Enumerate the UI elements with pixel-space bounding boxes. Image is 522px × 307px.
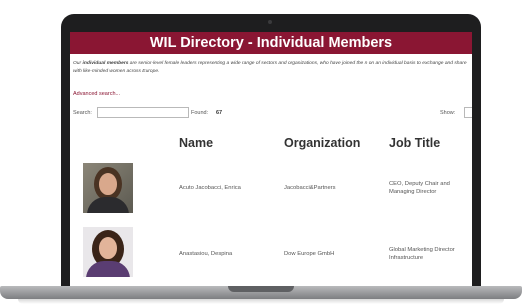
member-organization: Jacobacci&Partners xyxy=(284,185,336,191)
laptop-shadow xyxy=(18,299,504,304)
column-header-job-title[interactable]: Job Title xyxy=(389,136,440,150)
found-count: 67 xyxy=(216,110,223,116)
search-label: Search: xyxy=(73,110,92,116)
page-title: WIL Directory - Individual Members xyxy=(70,32,472,54)
intro-text: Our individual members are senior-level … xyxy=(73,60,469,76)
search-input[interactable] xyxy=(97,107,189,118)
found-label: Found: xyxy=(191,110,209,116)
member-job-title: CEO, Deputy Chair and Managing Director xyxy=(389,181,450,195)
show-label: Show: xyxy=(440,110,456,116)
member-photo xyxy=(83,163,133,213)
member-name[interactable]: Anastasiou, Despina xyxy=(179,250,279,258)
laptop-screen: WIL Directory - Individual Members Our i… xyxy=(70,32,472,286)
member-organization: Dow Europe GmbH xyxy=(284,251,335,257)
camera-icon xyxy=(268,20,272,24)
intro-emphasis: individual members xyxy=(82,61,129,66)
advanced-search-link[interactable]: Advanced search... xyxy=(73,91,120,97)
intro-text-rest: are senior-level female leaders represen… xyxy=(73,61,467,74)
member-name[interactable]: Acuto Jacobacci, Enrica xyxy=(179,184,279,192)
member-job-title: Global Marketing Director Infrastructure xyxy=(389,247,455,261)
laptop-notch xyxy=(228,286,294,292)
column-header-organization[interactable]: Organization xyxy=(284,136,360,150)
member-photo xyxy=(83,227,133,277)
column-header-name[interactable]: Name xyxy=(179,136,213,150)
show-select[interactable] xyxy=(464,107,472,118)
intro-text-start: Our xyxy=(73,61,83,66)
